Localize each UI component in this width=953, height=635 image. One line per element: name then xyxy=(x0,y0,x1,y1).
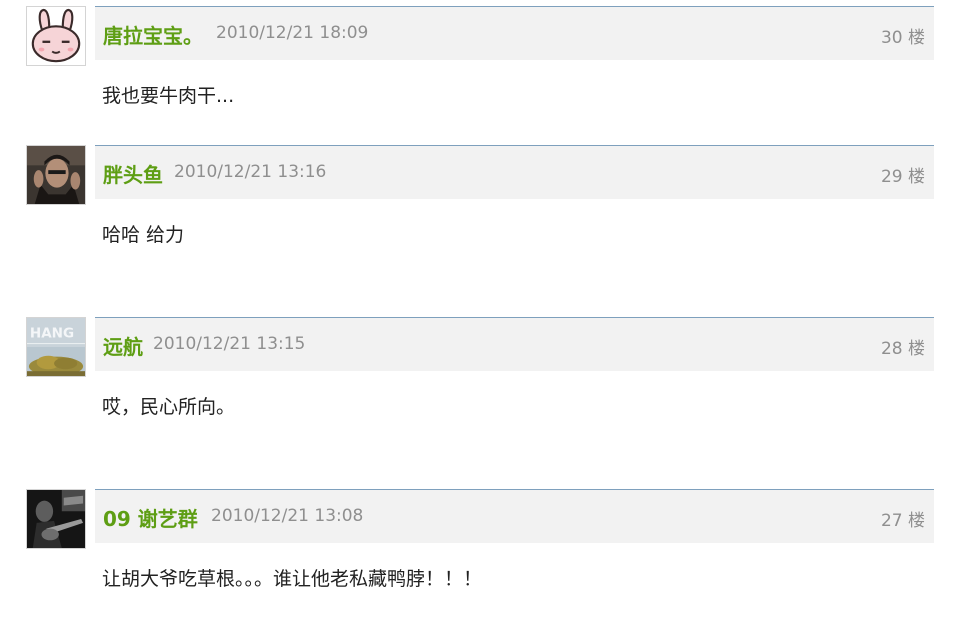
author-name[interactable]: 唐拉宝宝。 xyxy=(103,20,203,49)
post-header: 唐拉宝宝。 2010/12/21 18:09 30 楼 xyxy=(95,6,934,60)
post-content: 哎，民心所向。 xyxy=(102,396,236,418)
floor-number: 27 楼 xyxy=(880,511,925,531)
post-time: 2010/12/21 13:08 xyxy=(211,506,364,526)
man-portrait-avatar-icon xyxy=(27,146,85,204)
user-avatar[interactable] xyxy=(26,6,86,66)
floor-number: 30 楼 xyxy=(880,28,925,48)
author-name[interactable]: 远航 xyxy=(103,331,143,360)
post-header: 胖头鱼 2010/12/21 13:16 29 楼 xyxy=(95,145,934,199)
user-avatar[interactable]: HANG xyxy=(26,317,86,377)
post-time: 2010/12/21 13:15 xyxy=(153,334,306,354)
svg-text:HANG: HANG xyxy=(30,325,74,341)
user-avatar[interactable] xyxy=(26,489,86,549)
author-name[interactable]: 09 谢艺群 xyxy=(103,503,198,532)
post-time: 2010/12/21 13:16 xyxy=(174,162,327,182)
hang-tree-avatar-icon: HANG xyxy=(27,318,85,376)
floor-number: 29 楼 xyxy=(880,167,925,187)
floor-number: 28 楼 xyxy=(880,339,925,359)
author-name[interactable]: 胖头鱼 xyxy=(103,159,163,188)
post-content: 哈哈 给力 xyxy=(102,224,185,246)
user-avatar[interactable] xyxy=(26,145,86,205)
post-header: 远航 2010/12/21 13:15 28 楼 xyxy=(95,317,934,371)
post-time: 2010/12/21 18:09 xyxy=(216,23,369,43)
post-content: 我也要牛肉干... xyxy=(102,85,235,107)
bunny-avatar-icon xyxy=(27,7,85,65)
guitarist-avatar-icon xyxy=(27,490,85,548)
post-header: 09 谢艺群 2010/12/21 13:08 27 楼 xyxy=(95,489,934,543)
post-content: 让胡大爷吃草根。。。谁让他老私藏鸭脖！！！ xyxy=(102,568,483,590)
